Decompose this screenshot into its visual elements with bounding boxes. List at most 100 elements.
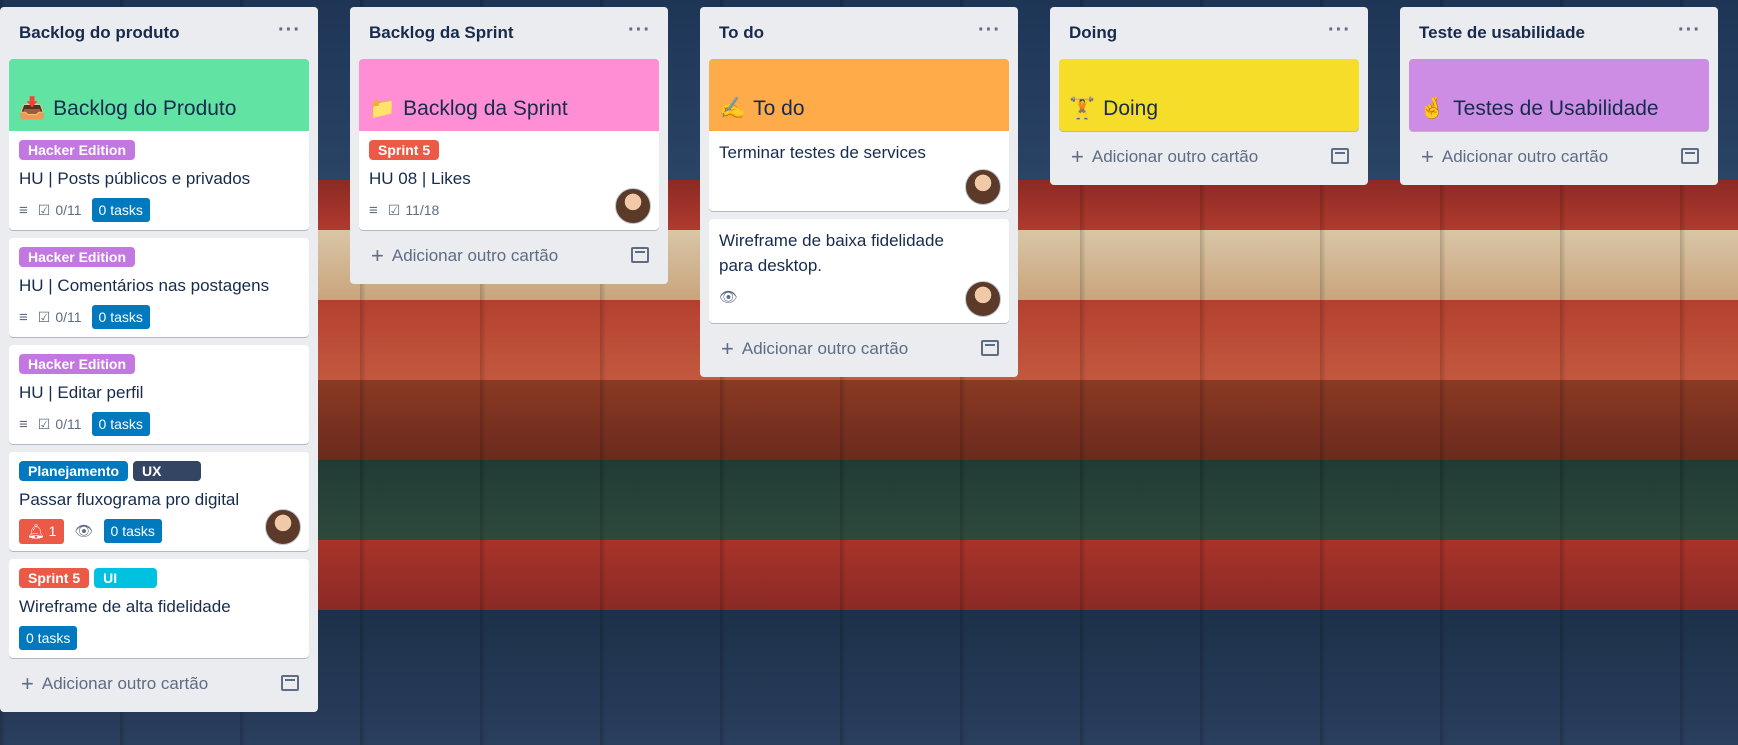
- cover-card[interactable]: 🤞 Testes de Usabilidade: [1409, 59, 1709, 131]
- card[interactable]: Hacker Edition HU | Comentários nas post…: [9, 238, 309, 337]
- card-title: Wireframe de baixa fidelidade para deskt…: [719, 231, 944, 275]
- cover-card-title: Backlog da Sprint: [403, 97, 568, 120]
- ellipsis-icon[interactable]: ···: [1328, 19, 1351, 42]
- card[interactable]: Hacker Edition HU | Editar perfil ≡ ☑ 0/1…: [9, 345, 309, 444]
- ellipsis-icon[interactable]: ···: [1678, 19, 1701, 42]
- add-card-button[interactable]: + Adicionar outro cartão: [359, 236, 659, 276]
- list-title[interactable]: To do: [719, 23, 764, 43]
- checklist-badge: ☑ 0/11: [38, 202, 82, 219]
- folder-icon: 📁: [369, 97, 396, 120]
- cover-card[interactable]: 🏋️ Doing: [1059, 59, 1359, 131]
- cover-card[interactable]: 📁 Backlog da Sprint: [359, 59, 659, 131]
- avatar[interactable]: [265, 509, 301, 545]
- eye-icon: 👁︎: [719, 289, 739, 306]
- checklist-badge: ☑ 0/11: [38, 309, 82, 326]
- ellipsis-icon[interactable]: ···: [978, 19, 1001, 42]
- list-header: To do ···: [709, 7, 1009, 59]
- add-card-label: Adicionar outro cartão: [1091, 147, 1259, 166]
- ellipsis-icon[interactable]: ···: [278, 19, 301, 42]
- add-card-button[interactable]: + Adicionar outro cartão: [1059, 137, 1359, 177]
- list-header: Backlog do produto ···: [9, 7, 309, 59]
- writing-hand-icon: ✍️: [719, 97, 746, 120]
- checklist-badge: ☑ 11/18: [388, 202, 440, 219]
- checklist-icon: ☑: [37, 201, 51, 218]
- checklist-icon: ☑: [37, 308, 51, 325]
- checklist-count: 0/11: [55, 202, 82, 218]
- tasks-badge[interactable]: 0 tasks: [91, 412, 150, 436]
- card-label[interactable]: UX: [133, 461, 202, 481]
- card[interactable]: Sprint 5 HU 08 | Likes ≡ ☑ 11/18: [359, 131, 659, 230]
- crossed-fingers-icon: 🤞: [1419, 97, 1446, 120]
- tasks-badge[interactable]: 0 tasks: [91, 305, 150, 329]
- card-label[interactable]: Planejamento: [19, 461, 129, 481]
- weightlifter-icon: 🏋️: [1069, 97, 1096, 120]
- card-template-icon[interactable]: [981, 340, 999, 356]
- bell-icon: 🔔︎: [27, 522, 45, 539]
- plus-icon: +: [1421, 144, 1434, 169]
- cover-card-title: Doing: [1103, 97, 1159, 120]
- card-label[interactable]: UI: [94, 568, 158, 588]
- description-icon: ≡: [19, 201, 28, 219]
- list-title[interactable]: Backlog da Sprint: [369, 23, 514, 43]
- notification-count: 1: [48, 522, 57, 539]
- description-icon: ≡: [19, 415, 28, 433]
- avatar[interactable]: [965, 169, 1001, 205]
- list-backlog-da-sprint: Backlog da Sprint ··· 📁 Backlog da Sprin…: [350, 7, 668, 284]
- tasks-badge[interactable]: 0 tasks: [91, 198, 150, 222]
- plus-icon: +: [21, 671, 34, 696]
- tasks-badge[interactable]: 0 tasks: [19, 626, 78, 650]
- checklist-count: 11/18: [405, 202, 440, 218]
- card-title: Passar fluxograma pro digital: [19, 490, 240, 509]
- card-label[interactable]: Sprint 5: [369, 140, 440, 160]
- list-title[interactable]: Doing: [1069, 23, 1117, 43]
- card-title: Wireframe de alta fidelidade: [19, 597, 231, 616]
- list-header: Doing ···: [1059, 7, 1359, 59]
- cover-card[interactable]: ✍️ To do: [709, 59, 1009, 131]
- cover-card-title: Backlog do Produto: [53, 97, 237, 120]
- card-title: HU | Editar perfil: [19, 383, 144, 402]
- checklist-icon: ☑: [37, 415, 51, 432]
- card-title: HU 08 | Likes: [369, 169, 471, 188]
- add-card-label: Adicionar outro cartão: [41, 674, 209, 693]
- card-label[interactable]: Hacker Edition: [19, 140, 136, 160]
- list-header: Backlog da Sprint ···: [359, 7, 659, 59]
- add-card-label: Adicionar outro cartão: [741, 339, 909, 358]
- add-card-label: Adicionar outro cartão: [1441, 147, 1609, 166]
- card[interactable]: Hacker Edition HU | Posts públicos e pri…: [9, 131, 309, 230]
- description-icon: ≡: [369, 201, 378, 219]
- card-title: HU | Posts públicos e privados: [19, 169, 251, 188]
- list-title[interactable]: Backlog do produto: [19, 23, 180, 43]
- add-card-button[interactable]: + Adicionar outro cartão: [709, 329, 1009, 369]
- card-template-icon[interactable]: [281, 675, 299, 691]
- card[interactable]: Wireframe de baixa fidelidade para deskt…: [709, 219, 1009, 323]
- card-label[interactable]: Sprint 5: [19, 568, 90, 588]
- cover-card-title: To do: [753, 97, 805, 120]
- add-card-button[interactable]: + Adicionar outro cartão: [9, 664, 309, 704]
- checklist-badge: ☑ 0/11: [38, 416, 82, 433]
- card-title: HU | Comentários nas postagens: [19, 276, 270, 295]
- card-label[interactable]: Hacker Edition: [19, 354, 136, 374]
- card[interactable]: Sprint 5 UI Wireframe de alta fidelidade…: [9, 559, 309, 658]
- add-card-button[interactable]: + Adicionar outro cartão: [1409, 137, 1709, 177]
- card-template-icon[interactable]: [1681, 148, 1699, 164]
- card[interactable]: Planejamento UX Passar fluxograma pro di…: [9, 452, 309, 551]
- card-label[interactable]: Hacker Edition: [19, 247, 136, 267]
- card-template-icon[interactable]: [1331, 148, 1349, 164]
- card[interactable]: Terminar testes de services: [709, 131, 1009, 211]
- card-template-icon[interactable]: [631, 247, 649, 263]
- tasks-badge[interactable]: 0 tasks: [103, 519, 162, 543]
- card-title: Terminar testes de services: [719, 143, 926, 162]
- plus-icon: +: [721, 336, 734, 361]
- ellipsis-icon[interactable]: ···: [628, 19, 651, 42]
- inbox-icon: 📥: [19, 97, 46, 120]
- notification-badge[interactable]: 🔔︎ 1: [19, 518, 65, 544]
- list-backlog-do-produto: Backlog do produto ··· 📥 Backlog do Prod…: [0, 7, 318, 712]
- list-to-do: To do ··· ✍️ To do Terminar testes de se…: [700, 7, 1018, 377]
- cover-card[interactable]: 📥 Backlog do Produto: [9, 59, 309, 131]
- list-title[interactable]: Teste de usabilidade: [1419, 23, 1585, 43]
- checklist-count: 0/11: [55, 416, 82, 432]
- cover-card-title: Testes de Usabilidade: [1453, 97, 1659, 120]
- avatar[interactable]: [965, 281, 1001, 317]
- eye-icon: 👁︎: [74, 523, 94, 540]
- avatar[interactable]: [615, 188, 651, 224]
